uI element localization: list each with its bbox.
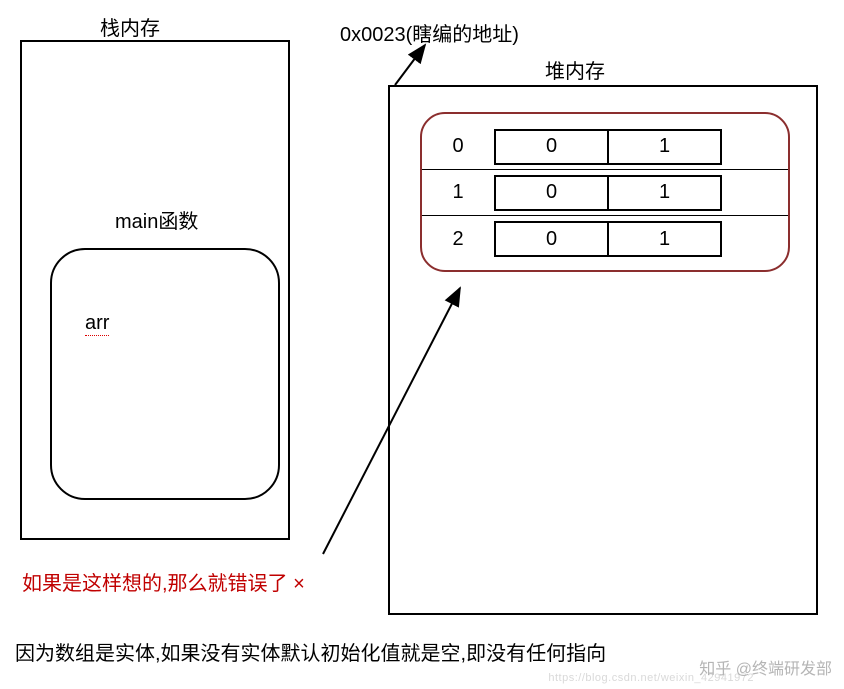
cell: 1 — [609, 131, 720, 163]
array-2d-container: 0 0 1 1 0 1 2 0 1 — [420, 112, 790, 272]
cell-group: 0 1 — [494, 175, 722, 211]
cell: 1 — [609, 177, 720, 209]
main-function-box — [50, 248, 280, 500]
watermark-author: 知乎 @终端研发部 — [699, 655, 832, 679]
arr-variable-label: arr — [85, 312, 109, 336]
cell: 0 — [496, 223, 609, 255]
cell: 1 — [609, 223, 720, 255]
main-function-label: main函数 — [115, 205, 198, 234]
cell-group: 0 1 — [494, 129, 722, 165]
stack-memory-label: 栈内存 — [100, 12, 160, 41]
cell: 0 — [496, 177, 609, 209]
address-pointer-arrow — [395, 45, 425, 85]
row-index: 2 — [422, 228, 494, 251]
cell-group: 0 1 — [494, 221, 722, 257]
array-row: 2 0 1 — [422, 216, 788, 262]
row-index: 0 — [422, 135, 494, 158]
heap-memory-label: 堆内存 — [545, 55, 605, 84]
heap-address-label: 0x0023(瞎编的地址) — [340, 18, 519, 47]
array-row: 0 0 1 — [422, 124, 788, 170]
cell: 0 — [496, 131, 609, 163]
explanation-text: 因为数组是实体,如果没有实体默认初始化值就是空,即没有任何指向 — [15, 637, 606, 666]
row-index: 1 — [422, 181, 494, 204]
error-warning-text: 如果是这样想的,那么就错误了 × — [22, 567, 305, 596]
array-row: 1 0 1 — [422, 170, 788, 216]
